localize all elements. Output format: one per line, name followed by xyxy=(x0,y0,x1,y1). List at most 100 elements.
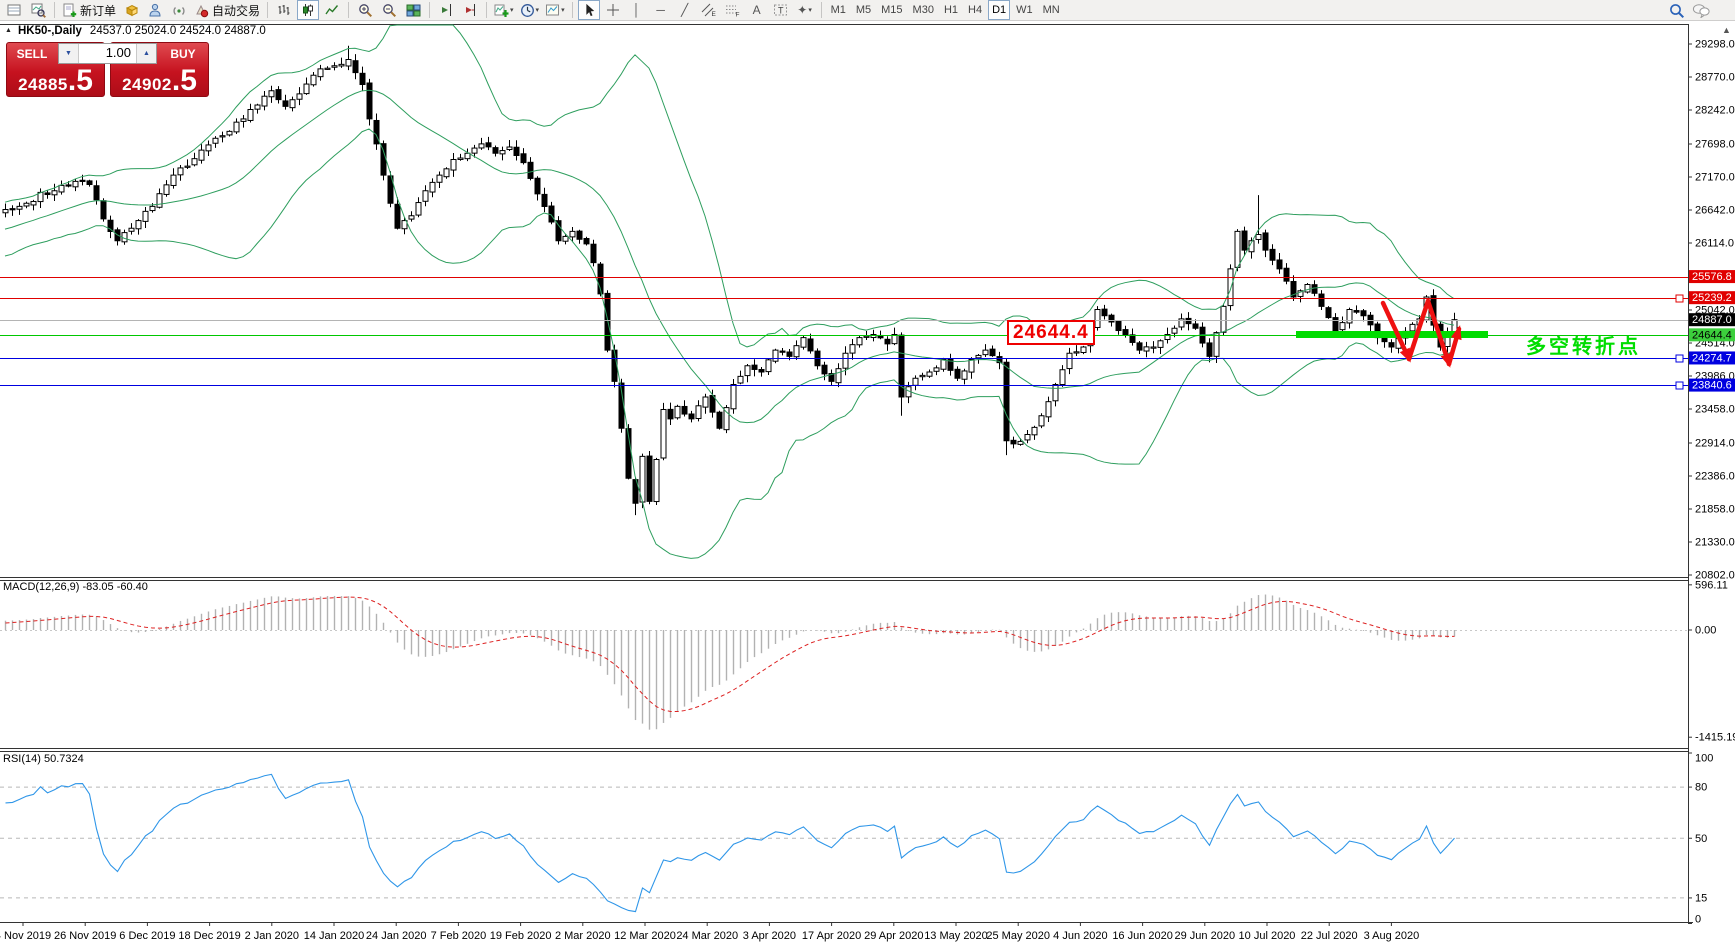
toolbar-group xyxy=(353,0,425,20)
svg-text:22386.0: 22386.0 xyxy=(1695,471,1735,483)
add-indicator-icon[interactable]: ▾ xyxy=(492,0,516,20)
cursor-icon[interactable] xyxy=(577,0,600,20)
toolbar-group: ▾ ▾ ▾ xyxy=(491,0,568,20)
shapes-icon[interactable]: ✦ ▾ xyxy=(794,0,816,20)
sell-price: 24885.5 xyxy=(18,64,93,97)
timeframe-mn-button[interactable]: MN xyxy=(1039,0,1064,20)
svg-text:0: 0 xyxy=(1695,914,1701,926)
add-indicator-dropdown-icon[interactable]: ▾ xyxy=(510,6,514,14)
timeframe-group: M1 M5 M15 M30 H1 H4 D1 W1 MN xyxy=(826,0,1065,20)
timeframe-w1-button[interactable]: W1 xyxy=(1012,0,1037,20)
chart-canvas[interactable]: 29298.0 28770.0 28242.0 27698.0 27170.0 26642… xyxy=(0,22,1735,945)
svg-text:2 Jan 2020: 2 Jan 2020 xyxy=(245,930,299,942)
volume-decrease-icon[interactable]: ▼ xyxy=(59,44,79,63)
tile-windows-icon[interactable] xyxy=(402,0,424,20)
zoom-out-icon[interactable] xyxy=(378,0,400,20)
buy-label: BUY xyxy=(170,47,196,61)
svg-text:29 Jun 2020: 29 Jun 2020 xyxy=(1175,930,1236,942)
search-icon[interactable] xyxy=(1666,1,1688,21)
svg-text:29 Apr 2020: 29 Apr 2020 xyxy=(864,930,923,942)
timeframe-m30-button[interactable]: M30 xyxy=(909,0,938,20)
auto-scroll-icon[interactable] xyxy=(459,0,481,20)
svg-text:17 Apr 2020: 17 Apr 2020 xyxy=(802,930,861,942)
chat-icon[interactable] xyxy=(1690,1,1712,21)
price-callout-annotation[interactable]: 24644.4 xyxy=(1007,320,1095,345)
svg-text:4 Nov 2019: 4 Nov 2019 xyxy=(0,930,51,942)
svg-text:26642.0: 26642.0 xyxy=(1695,205,1735,217)
svg-text:24274.7: 24274.7 xyxy=(1692,352,1732,364)
template-dropdown-icon[interactable]: ▾ xyxy=(561,6,565,14)
horizontal-line-icon[interactable]: ─ xyxy=(650,0,672,20)
toolbar-group xyxy=(2,0,50,20)
volume-stepper: ▼ 1.00 ▲ xyxy=(58,43,157,64)
svg-text:19 Feb 2020: 19 Feb 2020 xyxy=(490,930,552,942)
rsi-levels xyxy=(0,630,1688,899)
trendline-icon[interactable]: ╱ xyxy=(674,0,696,20)
volume-increase-icon[interactable]: ▲ xyxy=(136,44,156,63)
timeframe-m1-button[interactable]: M1 xyxy=(827,0,850,20)
text-icon[interactable]: A xyxy=(746,0,768,20)
line-chart-icon[interactable] xyxy=(321,0,343,20)
svg-text:28770.0: 28770.0 xyxy=(1695,72,1735,84)
svg-text:E: E xyxy=(712,11,717,17)
chart-ohlc-values: 24537.0 25024.0 24524.0 24887.0 xyxy=(89,25,266,37)
timeframe-m5-button[interactable]: M5 xyxy=(852,0,875,20)
toolbar-separator xyxy=(54,2,55,18)
period-clock-icon[interactable]: ▾ xyxy=(518,0,542,20)
svg-text:4 Jun 2020: 4 Jun 2020 xyxy=(1053,930,1107,942)
shapes-dropdown-icon[interactable]: ▾ xyxy=(808,6,812,14)
timeframe-m15-button[interactable]: M15 xyxy=(877,0,906,20)
signals-icon[interactable] xyxy=(168,0,190,20)
turning-point-annotation[interactable]: 多空转折点 xyxy=(1526,330,1641,359)
charts-list-icon[interactable] xyxy=(3,0,25,20)
chart-shift-icon[interactable] xyxy=(435,0,457,20)
svg-text:29298.0: 29298.0 xyxy=(1695,39,1735,51)
svg-text:10 Jul 2020: 10 Jul 2020 xyxy=(1239,930,1296,942)
svg-text:15: 15 xyxy=(1695,892,1707,904)
svg-text:100: 100 xyxy=(1695,753,1713,765)
navigator-icon[interactable] xyxy=(144,0,166,20)
new-order-label: 新订单 xyxy=(80,3,117,18)
toolbar-separator xyxy=(571,2,573,18)
text-label-icon[interactable]: T xyxy=(770,0,792,20)
fibonacci-icon[interactable]: F xyxy=(722,0,744,20)
chart-profiles-icon[interactable] xyxy=(27,0,49,20)
toolbar-right-icons xyxy=(1665,0,1713,21)
time-axis[interactable]: 4 Nov 2019 26 Nov 2019 6 Dec 2019 18 Dec 20… xyxy=(0,922,1419,942)
period-clock-dropdown-icon[interactable]: ▾ xyxy=(536,6,540,14)
equidistant-channel-icon[interactable]: E xyxy=(698,0,720,20)
svg-text:27698.0: 27698.0 xyxy=(1695,139,1735,151)
candles-layer xyxy=(2,45,1458,516)
toolbar-separator xyxy=(267,2,269,18)
scroll-to-end-icon[interactable]: ▲ xyxy=(1722,25,1731,35)
toolbar-separator xyxy=(348,2,350,18)
svg-text:23458.0: 23458.0 xyxy=(1695,404,1735,416)
candlestick-chart-icon[interactable] xyxy=(297,0,320,20)
rsi-line xyxy=(5,773,1455,913)
timeframe-d1-button[interactable]: D1 xyxy=(988,0,1011,20)
timeframe-h1-button[interactable]: H1 xyxy=(940,0,962,20)
zoom-in-icon[interactable] xyxy=(354,0,376,20)
timeframe-h4-button[interactable]: H4 xyxy=(964,0,986,20)
autotrading-icon[interactable]: 自动交易 xyxy=(192,0,262,20)
svg-text:21858.0: 21858.0 xyxy=(1695,504,1735,516)
template-icon[interactable]: ▾ xyxy=(543,0,567,20)
autotrading-label: 自动交易 xyxy=(212,3,261,18)
toolbar-group: 新订单 自动交易 xyxy=(59,0,263,20)
volume-input[interactable]: 1.00 xyxy=(79,44,136,63)
bar-chart-icon[interactable] xyxy=(273,0,295,20)
bollinger-bands xyxy=(4,24,1455,559)
svg-text:27170.0: 27170.0 xyxy=(1695,172,1735,184)
one-click-collapse-icon[interactable]: ▲ xyxy=(5,27,12,34)
chart-title: HK50-,Daily 24537.0 25024.0 24524.0 24887… xyxy=(18,25,266,37)
crosshair-icon[interactable] xyxy=(602,0,624,20)
svg-text:24887.0: 24887.0 xyxy=(1692,314,1732,326)
price-axis[interactable]: 29298.0 28770.0 28242.0 27698.0 27170.0 26642… xyxy=(1688,39,1735,926)
toolbar-separator xyxy=(820,2,822,18)
vertical-line-icon[interactable]: │ xyxy=(626,0,648,20)
market-watch-icon[interactable] xyxy=(120,0,142,20)
svg-text:25 May 2020: 25 May 2020 xyxy=(986,930,1050,942)
buy-price: 24902.5 xyxy=(122,64,197,97)
svg-text:24 Mar 2020: 24 Mar 2020 xyxy=(676,930,738,942)
new-order-icon[interactable]: 新订单 xyxy=(60,0,118,20)
